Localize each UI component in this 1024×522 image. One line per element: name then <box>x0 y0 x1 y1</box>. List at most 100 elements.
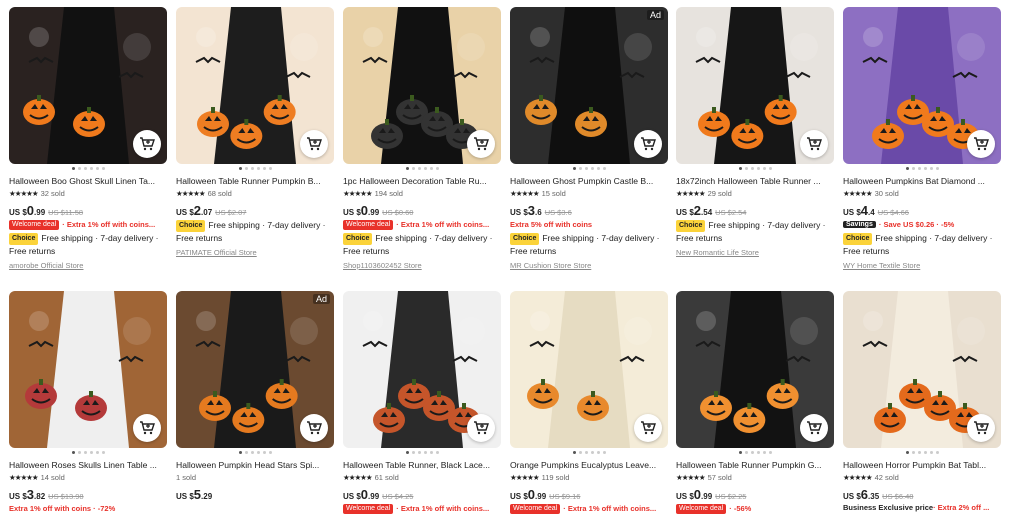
product-image[interactable]: Ad <box>510 7 668 164</box>
carousel-dot[interactable] <box>417 451 421 454</box>
carousel-dot[interactable] <box>244 451 248 454</box>
carousel-dot[interactable] <box>77 167 81 170</box>
product-title[interactable]: Halloween Horror Pumpkin Bat Tabl... <box>843 460 1001 471</box>
product-card[interactable]: Halloween Table Runner, Black Lace... ★★★… <box>343 291 501 514</box>
carousel-dot[interactable] <box>429 167 433 170</box>
product-card[interactable]: Halloween Table Runner Pumpkin B... ★★★★★… <box>176 7 334 257</box>
add-to-cart-button[interactable] <box>300 414 328 442</box>
carousel-dot[interactable] <box>77 451 81 454</box>
add-to-cart-button[interactable] <box>967 130 995 158</box>
add-to-cart-button[interactable] <box>634 130 662 158</box>
carousel-dot[interactable] <box>572 167 576 170</box>
carousel-dot[interactable] <box>750 167 754 170</box>
image-carousel-dots[interactable] <box>510 451 668 459</box>
carousel-dot[interactable] <box>417 167 421 170</box>
carousel-dot[interactable] <box>596 167 600 170</box>
product-image[interactable] <box>510 291 668 448</box>
image-carousel-dots[interactable] <box>843 451 1001 459</box>
add-to-cart-button[interactable] <box>967 414 995 442</box>
carousel-dot[interactable] <box>268 167 272 170</box>
add-to-cart-button[interactable] <box>800 130 828 158</box>
carousel-dot[interactable] <box>405 451 409 454</box>
carousel-dot[interactable] <box>411 167 415 170</box>
carousel-dot[interactable] <box>256 167 260 170</box>
carousel-dot[interactable] <box>101 451 105 454</box>
product-card[interactable]: Ad Halloween Pumpkin Head Stars Spi... 1 s… <box>176 291 334 502</box>
product-image[interactable] <box>343 7 501 164</box>
carousel-dot[interactable] <box>738 167 742 170</box>
carousel-dot[interactable] <box>768 167 772 170</box>
carousel-dot[interactable] <box>929 167 933 170</box>
image-carousel-dots[interactable] <box>843 167 1001 175</box>
carousel-dot[interactable] <box>83 167 87 170</box>
carousel-dot[interactable] <box>262 167 266 170</box>
add-to-cart-button[interactable] <box>467 130 495 158</box>
product-card[interactable]: Halloween Roses Skulls Linen Table ... ★★… <box>9 291 167 514</box>
product-card[interactable]: 1pc Halloween Decoration Table Ru... ★★★★… <box>343 7 501 270</box>
product-image[interactable] <box>176 7 334 164</box>
product-image[interactable] <box>843 291 1001 448</box>
carousel-dot[interactable] <box>929 451 933 454</box>
product-card[interactable]: Orange Pumpkins Eucalyptus Leave... ★★★★★… <box>510 291 668 514</box>
add-to-cart-button[interactable] <box>300 130 328 158</box>
carousel-dot[interactable] <box>590 167 594 170</box>
carousel-dot[interactable] <box>602 451 606 454</box>
product-title[interactable]: Halloween Table Runner Pumpkin B... <box>176 176 334 187</box>
store-link[interactable]: amorobe Official Store <box>9 261 167 270</box>
carousel-dot[interactable] <box>423 451 427 454</box>
product-title[interactable]: Orange Pumpkins Eucalyptus Leave... <box>510 460 668 471</box>
product-card[interactable]: Halloween Boo Ghost Skull Linen Ta... ★★★… <box>9 7 167 270</box>
carousel-dot[interactable] <box>238 167 242 170</box>
product-title[interactable]: Halloween Ghost Pumpkin Castle B... <box>510 176 668 187</box>
product-image[interactable] <box>676 291 834 448</box>
carousel-dot[interactable] <box>768 451 772 454</box>
image-carousel-dots[interactable] <box>676 167 834 175</box>
carousel-dot[interactable] <box>762 451 766 454</box>
product-title[interactable]: Halloween Roses Skulls Linen Table ... <box>9 460 167 471</box>
product-image[interactable] <box>343 291 501 448</box>
carousel-dot[interactable] <box>435 167 439 170</box>
product-image[interactable]: Ad <box>176 291 334 448</box>
store-link[interactable]: MR Cushion Store Store <box>510 261 668 270</box>
carousel-dot[interactable] <box>744 167 748 170</box>
carousel-dot[interactable] <box>95 451 99 454</box>
add-to-cart-button[interactable] <box>634 414 662 442</box>
product-card[interactable]: 18x72inch Halloween Table Runner ... ★★★★… <box>676 7 834 257</box>
carousel-dot[interactable] <box>411 451 415 454</box>
product-card[interactable]: Ad Halloween Ghost Pumpkin Castle B... ★★★… <box>510 7 668 270</box>
product-title[interactable]: 18x72inch Halloween Table Runner ... <box>676 176 834 187</box>
product-title[interactable]: Halloween Pumpkin Head Stars Spi... <box>176 460 334 471</box>
carousel-dot[interactable] <box>578 167 582 170</box>
carousel-dot[interactable] <box>923 167 927 170</box>
product-image[interactable] <box>676 7 834 164</box>
add-to-cart-button[interactable] <box>133 414 161 442</box>
product-title[interactable]: 1pc Halloween Decoration Table Ru... <box>343 176 501 187</box>
carousel-dot[interactable] <box>435 451 439 454</box>
carousel-dot[interactable] <box>905 451 909 454</box>
add-to-cart-button[interactable] <box>800 414 828 442</box>
image-carousel-dots[interactable] <box>9 167 167 175</box>
carousel-dot[interactable] <box>89 451 93 454</box>
image-carousel-dots[interactable] <box>176 167 334 175</box>
carousel-dot[interactable] <box>71 451 75 454</box>
carousel-dot[interactable] <box>101 167 105 170</box>
carousel-dot[interactable] <box>935 167 939 170</box>
carousel-dot[interactable] <box>596 451 600 454</box>
product-image[interactable] <box>9 7 167 164</box>
store-link[interactable]: WY Home Textile Store <box>843 261 1001 270</box>
carousel-dot[interactable] <box>905 167 909 170</box>
product-title[interactable]: Halloween Boo Ghost Skull Linen Ta... <box>9 176 167 187</box>
carousel-dot[interactable] <box>238 451 242 454</box>
carousel-dot[interactable] <box>602 167 606 170</box>
carousel-dot[interactable] <box>744 451 748 454</box>
carousel-dot[interactable] <box>83 451 87 454</box>
product-title[interactable]: Halloween Table Runner, Black Lace... <box>343 460 501 471</box>
image-carousel-dots[interactable] <box>676 451 834 459</box>
carousel-dot[interactable] <box>244 167 248 170</box>
carousel-dot[interactable] <box>572 451 576 454</box>
store-link[interactable]: PATIMATE Official Store <box>176 248 334 257</box>
carousel-dot[interactable] <box>71 167 75 170</box>
carousel-dot[interactable] <box>738 451 742 454</box>
carousel-dot[interactable] <box>590 451 594 454</box>
carousel-dot[interactable] <box>578 451 582 454</box>
